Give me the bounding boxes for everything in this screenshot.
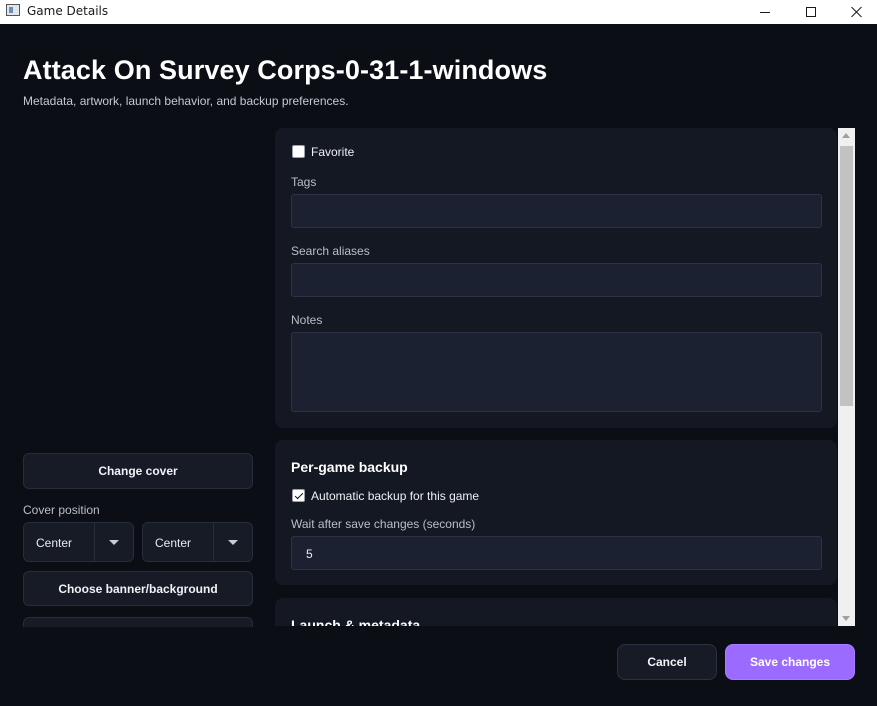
minimize-button[interactable]: [742, 0, 788, 24]
wait-seconds-input[interactable]: 5: [291, 536, 822, 570]
cancel-button[interactable]: Cancel: [617, 644, 717, 680]
scroll-up-icon[interactable]: [842, 133, 850, 138]
details-card: Favorite Tags Search aliases Notes: [275, 128, 837, 428]
minimize-icon: [760, 11, 770, 13]
close-button[interactable]: [834, 0, 877, 24]
scrollbar-thumb[interactable]: [840, 146, 853, 406]
select-divider: [213, 523, 214, 561]
chevron-down-icon: [228, 540, 238, 545]
cover-position-y-value: Center: [155, 536, 192, 550]
window-title: Game Details: [27, 4, 109, 18]
partially-hidden-button[interactable]: [23, 617, 253, 627]
favorite-label: Favorite: [311, 145, 355, 159]
tags-label: Tags: [291, 175, 317, 189]
auto-backup-label: Automatic backup for this game: [311, 489, 480, 503]
page-title: Attack On Survey Corps-0-31-1-windows: [23, 55, 548, 85]
cover-position-x-select[interactable]: Center: [23, 522, 134, 562]
details-scroll-area[interactable]: Favorite Tags Search aliases Notes Per-g…: [275, 128, 855, 626]
page-subtitle: Metadata, artwork, launch behavior, and …: [23, 94, 349, 108]
launch-card-title: Launch & metadata: [291, 617, 421, 626]
window-titlebar: Game Details: [0, 0, 877, 24]
scroll-down-icon[interactable]: [842, 616, 850, 621]
maximize-button[interactable]: [788, 0, 834, 24]
favorite-checkbox[interactable]: [292, 145, 305, 158]
launch-card: Launch & metadata: [275, 598, 837, 626]
change-cover-button[interactable]: Change cover: [23, 453, 253, 489]
close-icon: [851, 6, 863, 18]
cover-position-label: Cover position: [23, 503, 100, 517]
auto-backup-checkbox[interactable]: [292, 489, 305, 502]
maximize-icon: [806, 7, 816, 17]
backup-card: Per-game backup Automatic backup for thi…: [275, 440, 837, 585]
cover-position-x-value: Center: [36, 536, 73, 550]
wait-seconds-label: Wait after save changes (seconds): [291, 517, 476, 531]
save-changes-button[interactable]: Save changes: [725, 644, 855, 680]
app-icon: [6, 4, 20, 16]
notes-textarea[interactable]: [291, 332, 822, 412]
notes-label: Notes: [291, 313, 323, 327]
cover-position-y-select[interactable]: Center: [142, 522, 253, 562]
backup-card-title: Per-game backup: [291, 459, 408, 475]
choose-banner-button[interactable]: Choose banner/background: [23, 571, 253, 606]
select-divider: [94, 523, 95, 561]
chevron-down-icon: [109, 540, 119, 545]
search-aliases-input[interactable]: [291, 263, 822, 297]
search-aliases-label: Search aliases: [291, 244, 370, 258]
tags-input[interactable]: [291, 194, 822, 228]
vertical-scrollbar[interactable]: [838, 128, 855, 626]
